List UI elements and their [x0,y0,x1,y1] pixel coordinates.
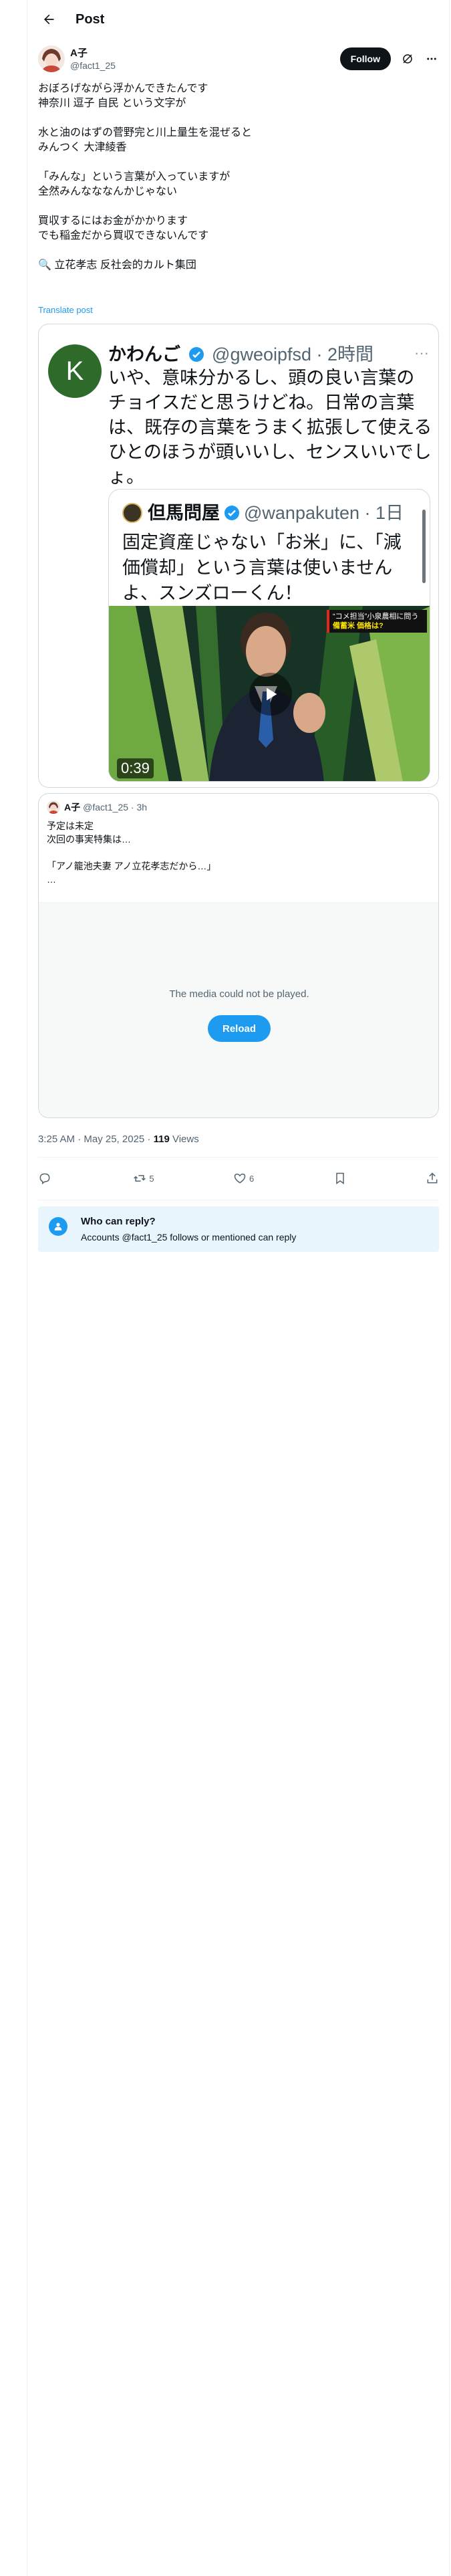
reply-restriction-notice: Who can reply? Accounts @fact1_25 follow… [38,1206,439,1252]
post-line: 「みんな」という言葉が入っていますが [38,171,231,183]
bookmark-button[interactable] [333,1172,347,1185]
news-caption: “コメ担当”小泉農相に問う 備蓄米 価格は? [327,610,427,633]
embedded-more-icon: ··· [414,344,429,361]
author-names: A子 @fact1_25 [70,47,116,72]
quoted-line: 「アノ籠池夫妻 アノ立花孝志だから…」 [47,861,216,871]
right-border [449,0,450,2576]
person-icon [54,1222,62,1230]
embedded-text: いや、意味分かるし、頭の良い言葉のチョイスだと思うけどね。日常の言葉は、既存の言… [108,368,432,487]
reload-button[interactable]: Reload [208,1015,271,1042]
post-line: 神奈川 逗子 自民 という文字が [38,98,186,109]
quoted-line: 次回の事実特集は… [47,834,131,845]
inner-quote-scrollbar [422,510,426,583]
embedded-name: かわんご [108,344,180,364]
more-icon [427,58,436,60]
inner-quote-video: “コメ担当”小泉農相に問う 備蓄米 価格は? 0:39 [109,606,430,781]
retweet-count: 5 [149,1173,154,1184]
reply-button[interactable] [38,1172,54,1185]
quoted-handle: @fact1_25 [83,802,129,813]
translate-post-link[interactable]: Translate post [38,305,93,315]
news-caption-line1: “コメ担当”小泉農相に問う [333,613,419,621]
quoted-text: 予定は未定 次回の事実特集は… 「アノ籠池夫妻 アノ立花孝志だから…」 … [47,819,428,886]
action-bar: 5 6 [38,1162,439,1194]
post-metadata: 3:25 AM · May 25, 2025 · 119 Views [38,1134,199,1145]
arrow-left-icon [44,14,54,25]
play-button [249,673,292,716]
page-header: Post [27,0,449,39]
grok-button[interactable] [400,51,415,66]
post-line [38,243,439,258]
retweet-icon [134,1175,146,1182]
media-error-message: The media could not be played. [169,988,309,1000]
share-button[interactable] [426,1172,439,1185]
embedded-header: かわんご @gweoipfsd · 2時間 [108,343,436,366]
reply-restriction-subtitle: Accounts @fact1_25 follows or mentioned … [81,1232,297,1243]
avatar[interactable] [38,45,65,72]
like-count: 6 [249,1173,255,1184]
retweet-button[interactable]: 5 [133,1172,154,1185]
post-line [38,199,439,214]
grok-icon [403,54,412,64]
like-button[interactable]: 6 [233,1172,254,1185]
inner-quote-handle: @wanpakuten · 1日 [244,503,404,523]
author-display-name[interactable]: A子 [70,47,116,60]
post-text: おぼろげながら浮かんできたんです 神奈川 逗子 自民 という文字が 水と油のはず… [38,82,439,273]
bookmark-icon [335,1172,344,1184]
quoted-separator: · [128,802,137,813]
embedded-handle: @gweoipfsd · 2時間 [212,344,374,364]
post-line: みんつく 大津綾香 [38,142,127,153]
post-line: 買収するにはお金がかかります [38,215,188,227]
post-line: 水と油のはずの菅野完と川上量生を混ぜると [38,127,253,138]
post-line: でも稲金だから買収できないんです [38,230,209,241]
reply-restriction-title: Who can reply? [81,1216,156,1227]
post-line: 全然みんなななんかじゃない [38,186,178,197]
share-icon [427,1172,438,1184]
reply-icon [39,1173,50,1184]
quoted-line: … [47,874,56,885]
inner-quote-name: 但馬問屋 [148,503,220,523]
quoted-name: A子 [64,802,81,813]
follow-button[interactable]: Follow [339,47,391,70]
video-duration: 0:39 [117,758,154,778]
quoted-post[interactable]: A子 @fact1_25 · 3h 予定は未定 次回の事実特集は… 「アノ籠池夫… [38,793,439,1118]
post-line-hashtag[interactable]: 🔍 立花孝志 反社会的カルト集団 [38,258,439,273]
verified-badge-icon [188,347,204,362]
page-title: Post [76,11,105,27]
post-line [38,155,439,170]
author-actions: Follow [339,47,439,70]
heart-icon [234,1173,246,1184]
post-line [38,111,439,126]
author-row: A子 @fact1_25 Follow [38,44,439,74]
more-button[interactable] [424,51,439,66]
news-caption-line2: 備蓄米 価格は? [333,622,384,630]
post-line: おぼろげながら浮かんできたんです [38,83,208,94]
quoted-media-error: The media could not be played. Reload [39,902,438,1117]
inner-quote-text: 固定資産じゃない「お米」に、「減価償却」という言葉は使いませんよ、スンズローくん… [122,532,402,603]
post-image[interactable]: K かわんご @gweoipfsd · 2時間 ··· いや、意味分かるし、頭の… [38,324,439,788]
author-handle[interactable]: @fact1_25 [70,60,116,72]
verified-badge-icon [224,506,239,520]
inner-quote-header: 但馬問屋 @wanpakuten · 1日 [122,502,404,524]
quoted-post-header: A子 @fact1_25 · 3h [47,800,147,814]
post-timestamp[interactable]: 3:25 AM · May 25, 2025 · [38,1134,154,1145]
divider [38,1157,439,1158]
quoted-line: 予定は未定 [47,821,94,831]
views-label: Views [169,1134,199,1145]
play-icon [267,687,277,701]
quoted-line [47,846,428,859]
back-button[interactable] [35,6,62,33]
embedded-avatar: K [48,344,102,398]
quoted-time: 3h [136,802,148,813]
quoted-avatar [47,800,60,814]
views-count: 119 [153,1134,170,1145]
embedded-inner-quote: 但馬問屋 @wanpakuten · 1日 固定資産じゃない「お米」に、「減価償… [108,489,430,782]
reply-restriction-icon [49,1217,67,1236]
inner-quote-avatar [122,503,142,523]
